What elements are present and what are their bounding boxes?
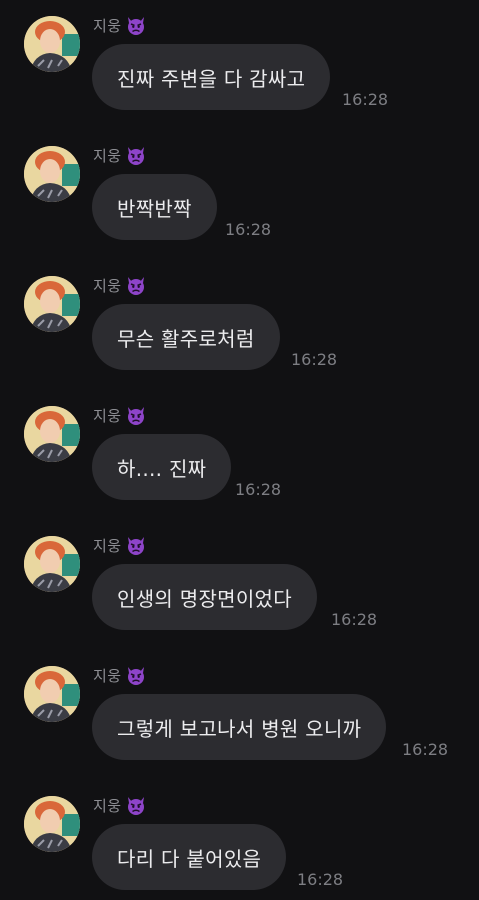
message-bubble[interactable]: 다리 다 붙어있음 [92,824,287,890]
angry-devil-face-icon [125,14,147,36]
angry-devil-face-icon [125,144,147,166]
message-row: 지웅 인생의 명장면이었다 16:28 [0,520,479,640]
sender-avatar[interactable] [24,406,80,462]
angry-devil-face-icon [125,404,147,426]
sender-name: 지웅 [93,666,122,685]
message-timestamp: 16:28 [225,220,272,239]
message-row: 지웅 무슨 활주로처럼 16:28 [0,260,479,380]
sender-avatar[interactable] [24,796,80,852]
sender-name-row: 지웅 [93,534,147,556]
message-text: 인생의 명장면이었다 [117,586,292,611]
sender-name-row: 지웅 [93,144,147,166]
sender-name: 지웅 [93,536,122,555]
message-bubble[interactable]: 진짜 주변을 다 감싸고 [92,44,331,110]
message-text: 다리 다 붙어있음 [117,846,262,871]
sender-avatar[interactable] [24,666,80,722]
chat-message-list: 지웅 진짜 주변을 다 감싸고 16:28 지웅 반짝반짝 16:28 지웅 무… [0,0,479,900]
angry-devil-face-icon [125,274,147,296]
angry-devil-face-icon [125,534,147,556]
sender-name: 지웅 [93,406,122,425]
sender-avatar[interactable] [24,16,80,72]
sender-avatar[interactable] [24,146,80,202]
message-row: 지웅 그렇게 보고나서 병원 오니까 16:28 [0,650,479,770]
message-text: 그렇게 보고나서 병원 오니까 [117,716,362,741]
sender-name-row: 지웅 [93,794,147,816]
message-row: 지웅 다리 다 붙어있음 16:28 [0,780,479,900]
sender-name-row: 지웅 [93,274,147,296]
message-bubble[interactable]: 무슨 활주로처럼 [92,304,280,370]
angry-devil-face-icon [125,664,147,686]
message-timestamp: 16:28 [291,350,338,369]
message-bubble[interactable]: 그렇게 보고나서 병원 오니까 [92,694,387,760]
sender-name-row: 지웅 [93,14,147,36]
message-row: 지웅 반짝반짝 16:28 [0,130,479,250]
message-text: 진짜 주변을 다 감싸고 [117,66,306,91]
message-timestamp: 16:28 [342,90,389,109]
sender-name: 지웅 [93,146,122,165]
sender-name: 지웅 [93,276,122,295]
angry-devil-face-icon [125,794,147,816]
message-timestamp: 16:28 [297,870,344,889]
message-bubble[interactable]: 하.... 진짜 [92,434,232,500]
message-text: 반짝반짝 [117,196,192,221]
sender-avatar[interactable] [24,276,80,332]
message-row: 지웅 진짜 주변을 다 감싸고 16:28 [0,0,479,120]
sender-name: 지웅 [93,796,122,815]
sender-name: 지웅 [93,16,122,35]
sender-name-row: 지웅 [93,664,147,686]
message-timestamp: 16:28 [235,480,282,499]
sender-avatar[interactable] [24,536,80,592]
message-bubble[interactable]: 인생의 명장면이었다 [92,564,317,630]
message-bubble[interactable]: 반짝반짝 [92,174,217,240]
message-timestamp: 16:28 [402,740,449,759]
message-text: 하.... 진짜 [117,456,207,481]
message-timestamp: 16:28 [331,610,378,629]
message-row: 지웅 하.... 진짜 16:28 [0,390,479,510]
sender-name-row: 지웅 [93,404,147,426]
message-text: 무슨 활주로처럼 [117,326,255,351]
